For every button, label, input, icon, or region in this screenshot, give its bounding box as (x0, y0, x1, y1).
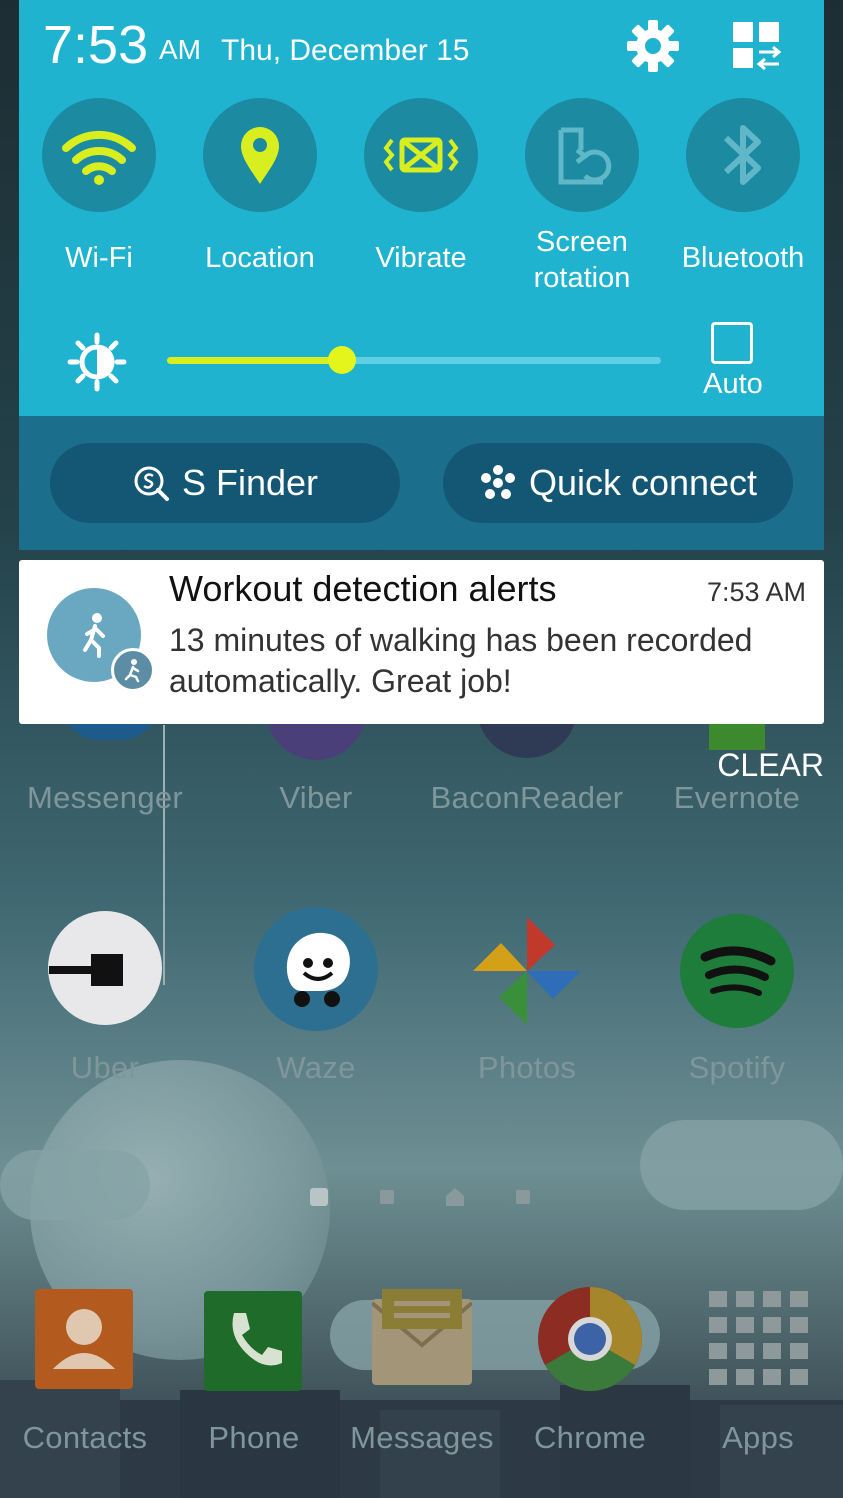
notification-title: Workout detection alerts (169, 568, 557, 609)
app-spotify[interactable]: Spotify (652, 905, 822, 1095)
cloud-decoration (0, 1150, 150, 1220)
bluetooth-icon (723, 125, 761, 185)
location-pin-icon (241, 127, 279, 184)
s-health-badge-icon (111, 648, 155, 692)
s-finder-search-icon (134, 466, 169, 501)
quick-connect-button[interactable]: Quick connect (443, 443, 793, 523)
dock-apps[interactable]: Apps (673, 1285, 843, 1465)
phone-icon (204, 1291, 302, 1391)
vibrate-icon (383, 137, 459, 173)
page-indicator[interactable] (308, 1186, 548, 1210)
app-label: Messages (350, 1420, 494, 1455)
chrome-icon (538, 1287, 642, 1391)
brightness-icon (67, 332, 127, 392)
clear-notifications-button[interactable]: CLEAR (717, 747, 824, 784)
app-label: Uber (70, 1050, 140, 1085)
clock-date: Thu, December 15 (221, 34, 470, 67)
pinwheel-photos-icon (473, 917, 581, 1025)
notification-body: 13 minutes of walking has been recorded … (169, 622, 753, 699)
vibrate-toggle[interactable] (364, 98, 478, 212)
auto-brightness-checkbox[interactable] (711, 322, 753, 364)
wifi-icon (62, 130, 136, 185)
s-finder-label: S Finder (181, 462, 319, 503)
notification-time: 7:53 AM (706, 577, 806, 607)
spotify-icon (680, 914, 794, 1028)
app-label: Apps (722, 1420, 794, 1455)
dock-phone[interactable]: Phone (169, 1285, 339, 1465)
wifi-label: Wi-Fi (65, 242, 133, 274)
dock-messages[interactable]: Messages (337, 1285, 507, 1465)
quick-connect-icon (480, 465, 515, 499)
app-label: Chrome (533, 1420, 647, 1455)
cloud-decoration (640, 1120, 843, 1210)
clock-ampm: AM (159, 34, 201, 65)
screen-rotation-icon (558, 127, 612, 185)
clock-time: 7:53 (43, 15, 149, 75)
auto-brightness-label: Auto (703, 368, 763, 400)
brightness-slider[interactable] (167, 346, 661, 374)
contacts-icon (35, 1289, 133, 1389)
app-label: Photos (477, 1050, 577, 1085)
waze-icon (254, 907, 378, 1031)
app-label: Phone (208, 1420, 300, 1455)
app-label: Spotify (688, 1050, 786, 1085)
app-waze[interactable]: Waze (231, 905, 401, 1095)
screen-rotation-toggle[interactable] (525, 98, 639, 212)
quick-panel-actions: S Finder Quick connect (19, 416, 824, 550)
app-label: Waze (276, 1050, 356, 1085)
screen-rotation-label: Screen rotation (533, 226, 631, 294)
bluetooth-toggle[interactable] (686, 98, 800, 212)
quick-panel: 7:53 AM Thu, December 15 Wi-Fi Location … (19, 0, 824, 416)
dock-contacts[interactable]: Contacts (0, 1285, 170, 1465)
app-label: Viber (279, 780, 353, 815)
brightness-slider-thumb[interactable] (328, 346, 357, 374)
messages-envelope-icon (372, 1289, 472, 1385)
apps-grid-icon (709, 1291, 808, 1385)
app-uber[interactable]: Uber (20, 905, 190, 1095)
wifi-toggle[interactable] (42, 98, 156, 212)
s-finder-button[interactable]: S Finder (50, 443, 400, 523)
app-photos[interactable]: Photos (442, 905, 612, 1095)
app-label: Contacts (22, 1420, 148, 1455)
edit-panel-grid-icon[interactable] (733, 20, 783, 70)
location-label: Location (205, 242, 315, 274)
uber-icon (48, 911, 162, 1025)
quick-connect-label: Quick connect (528, 462, 758, 503)
gear-icon[interactable] (625, 18, 681, 74)
workout-notification[interactable]: Workout detection alerts 7:53 AM 13 minu… (19, 560, 824, 724)
app-label: BaconReader (430, 780, 624, 815)
vibrate-label: Vibrate (375, 242, 467, 274)
dock-chrome[interactable]: Chrome (505, 1285, 675, 1465)
bluetooth-label: Bluetooth (681, 242, 805, 274)
app-label: Evernote (673, 780, 801, 815)
location-toggle[interactable] (203, 98, 317, 212)
brightness-slider-fill (167, 357, 343, 364)
app-label: Messenger (26, 780, 184, 815)
